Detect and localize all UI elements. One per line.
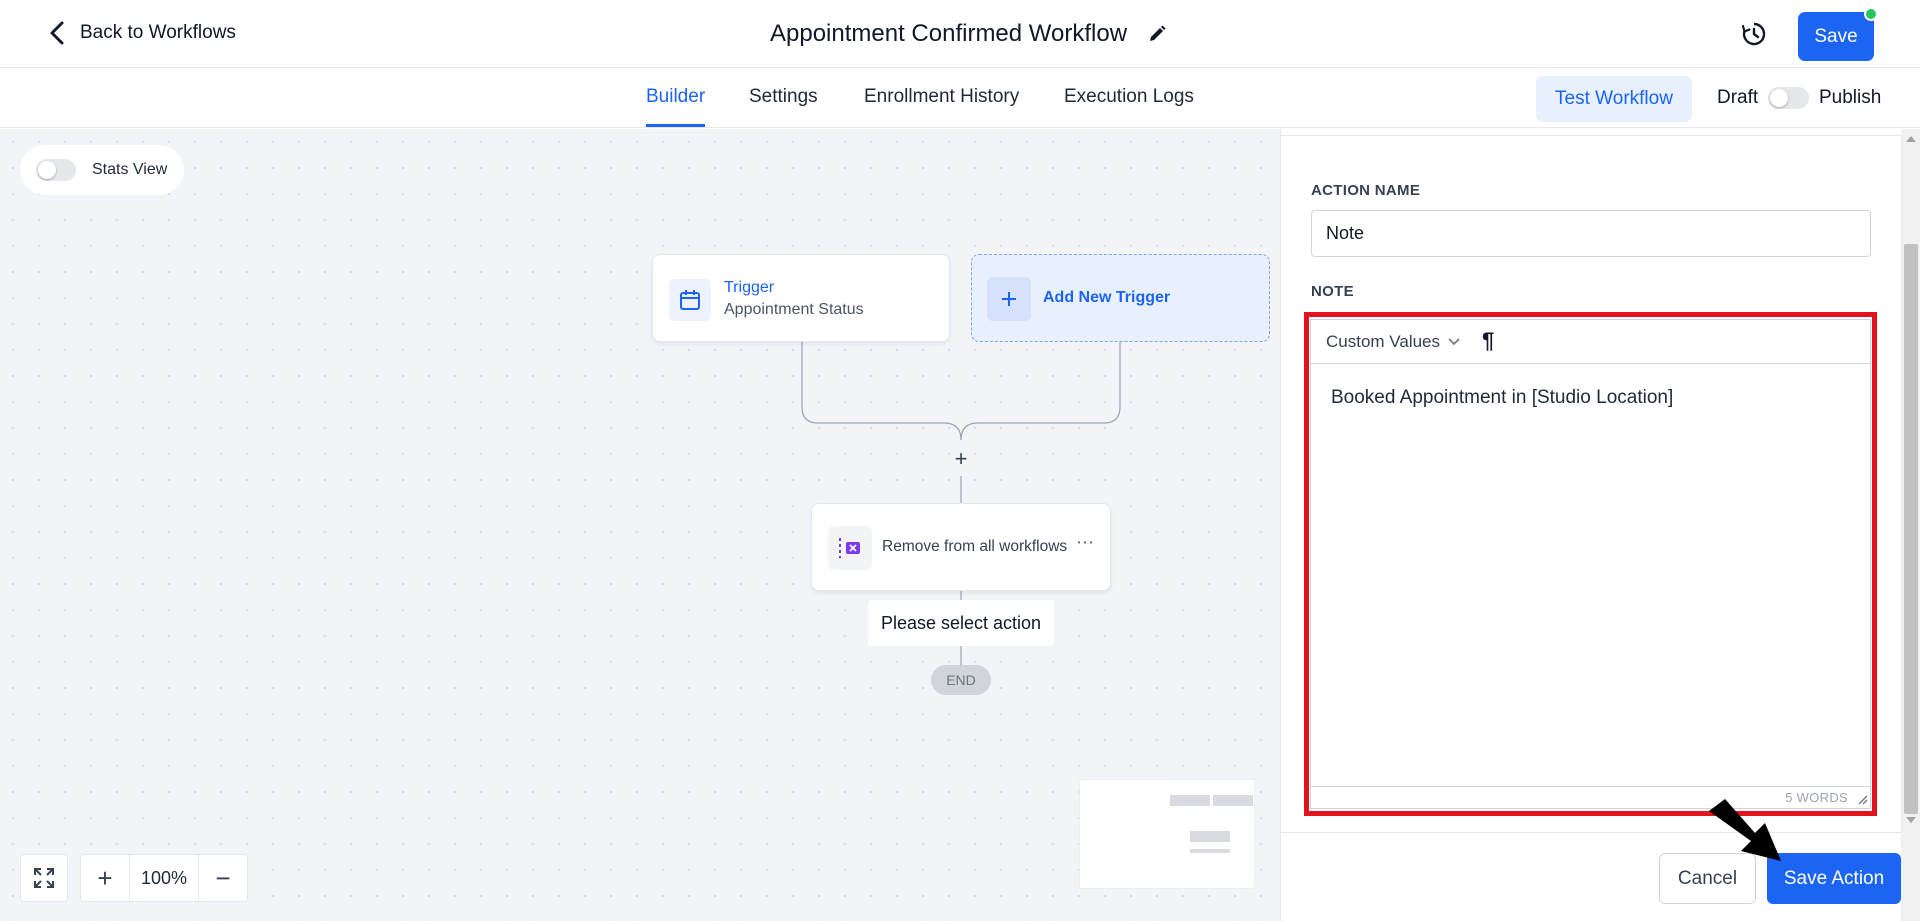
test-workflow-button[interactable]: Test Workflow	[1536, 76, 1692, 122]
zoom-level: 100%	[129, 855, 199, 901]
tab-enrollment-history[interactable]: Enrollment History	[864, 86, 1019, 108]
save-button[interactable]: Save	[1798, 12, 1874, 61]
top-header: Back to Workflows Appointment Confirmed …	[0, 0, 1920, 68]
end-node: END	[931, 665, 991, 695]
minimap-node	[1190, 831, 1230, 842]
back-label: Back to Workflows	[80, 22, 236, 43]
edit-pencil-icon[interactable]	[1147, 24, 1167, 44]
action-settings-panel: ACTION NAME NOTE Custom Values ¶ Booked …	[1280, 129, 1920, 921]
action-node[interactable]: Remove from all workflows ⋯	[811, 503, 1111, 591]
action-name-label: ACTION NAME	[1311, 182, 1421, 199]
zoom-controls: + 100% −	[80, 854, 248, 902]
workflow-canvas[interactable]: Stats View Trigger Appointment Status Ad…	[0, 129, 1280, 921]
action-label: Remove from all workflows	[882, 538, 1068, 555]
pointer-arrow-icon	[1709, 799, 1781, 861]
action-name-input[interactable]	[1311, 210, 1871, 257]
highlight-box	[1304, 312, 1877, 816]
select-action-hint: Please select action	[868, 600, 1054, 646]
minimap-node	[1170, 795, 1210, 806]
trigger-subtitle: Appointment Status	[724, 301, 864, 318]
note-label: NOTE	[1311, 283, 1354, 300]
tab-bar: Builder Settings Enrollment History Exec…	[0, 68, 1920, 128]
more-options-icon[interactable]: ⋯	[1076, 532, 1094, 553]
history-icon[interactable]	[1740, 20, 1768, 48]
draft-label: Draft	[1717, 87, 1759, 108]
trigger-title: Trigger	[724, 279, 775, 296]
tab-builder[interactable]: Builder	[646, 86, 705, 108]
trigger-node[interactable]: Trigger Appointment Status	[652, 254, 950, 342]
minimap-node	[1213, 795, 1253, 806]
tab-settings[interactable]: Settings	[749, 86, 818, 108]
unsaved-status-dot	[1864, 7, 1878, 21]
fullscreen-icon	[34, 868, 54, 888]
chevron-left-icon	[50, 21, 64, 45]
calendar-icon	[669, 279, 711, 321]
scroll-down-icon[interactable]	[1906, 817, 1916, 823]
minimap[interactable]	[1079, 779, 1255, 889]
scroll-up-icon[interactable]	[1906, 136, 1916, 142]
scrollbar-thumb[interactable]	[1904, 244, 1918, 814]
divider	[1281, 832, 1901, 833]
divider	[1281, 135, 1901, 136]
minimap-node	[1190, 849, 1230, 853]
add-new-trigger-button[interactable]: Add New Trigger	[971, 254, 1270, 342]
back-to-workflows-link[interactable]: Back to Workflows	[48, 20, 236, 46]
active-tab-indicator	[646, 124, 705, 127]
zoom-out-button[interactable]: −	[199, 855, 247, 901]
plus-icon	[987, 277, 1031, 321]
remove-workflow-icon	[828, 526, 872, 570]
publish-toggle[interactable]	[1768, 87, 1809, 109]
publish-label: Publish	[1819, 87, 1882, 108]
add-step-plus-icon[interactable]: +	[948, 446, 974, 472]
zoom-in-button[interactable]: +	[81, 855, 129, 901]
workflow-title: Appointment Confirmed Workflow	[770, 20, 1167, 48]
tab-execution-logs[interactable]: Execution Logs	[1064, 86, 1194, 108]
add-new-trigger-label: Add New Trigger	[1043, 289, 1171, 306]
workflow-title-text: Appointment Confirmed Workflow	[770, 20, 1128, 47]
toggle-knob	[1770, 89, 1788, 107]
fit-view-button[interactable]	[20, 854, 68, 902]
